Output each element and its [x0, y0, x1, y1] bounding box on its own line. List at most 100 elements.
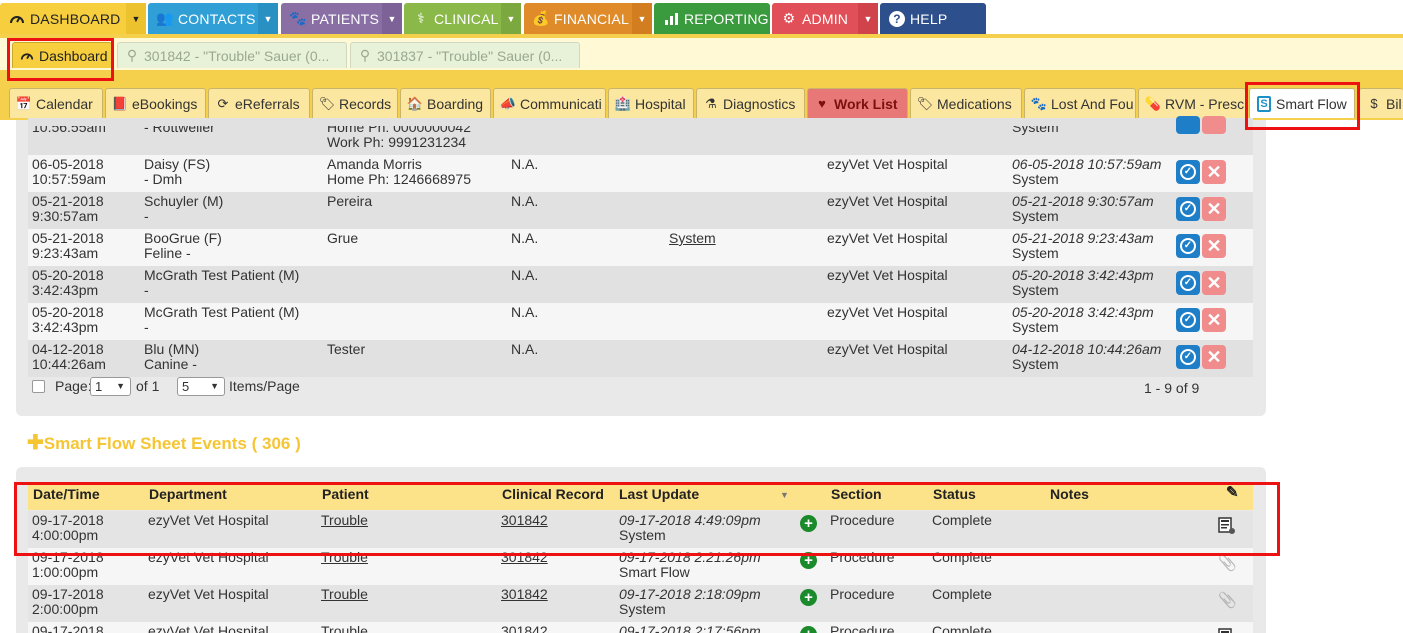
chevron-down-icon[interactable]: ▼ [258, 3, 278, 34]
row-time: 10:57:59am [32, 171, 106, 187]
tab-smart-flow[interactable]: S Smart Flow [1249, 88, 1355, 118]
paperclip-icon[interactable]: 📎 [1218, 554, 1237, 572]
page-select[interactable]: 1 ▼ [90, 377, 131, 396]
event-patient[interactable]: Trouble [321, 587, 368, 602]
nav-admin[interactable]: ⚙ ADMIN ▼ [772, 3, 878, 34]
row-user[interactable]: System [669, 231, 716, 246]
tab-records[interactable]: 🏷 Records [312, 88, 398, 118]
tab-billing[interactable]: $ Bil [1359, 88, 1403, 118]
pagination: Page: 1 ▼ of 1 5 ▼ Items/Page 1 - 9 of 9 [28, 376, 1253, 400]
event-record[interactable]: 301842 [501, 513, 548, 528]
tab-diagnostics[interactable]: ⚗ Diagnostics [696, 88, 805, 118]
event-record[interactable]: 301842 [501, 587, 548, 602]
nav-contacts[interactable]: 👥 CONTACTS ▼ [148, 3, 278, 34]
open-tabs-bar: Dashboard ⚲ 301842 - "Trouble" Sauer (0.… [0, 38, 1403, 70]
nav-clinical[interactable]: ⚕ CLINICAL ▼ [404, 3, 521, 34]
col-status[interactable]: Status [933, 487, 976, 502]
check-icon: ✓ [1180, 349, 1196, 365]
tab-record-301837[interactable]: ⚲ 301837 - "Trouble" Sauer (0... [350, 42, 580, 68]
tab-ereferrals[interactable]: ⟳ eReferrals [208, 88, 310, 118]
add-icon[interactable]: + [800, 626, 817, 633]
tab-calendar[interactable]: 📅 Calendar [9, 88, 103, 118]
page-count: of 1 [136, 378, 160, 394]
tab-dashboard-label: Dashboard [39, 47, 108, 64]
chevron-down-icon[interactable]: ▼ [858, 3, 878, 34]
document-icon[interactable] [1218, 517, 1236, 539]
sort-desc-icon[interactable]: ▼ [780, 488, 789, 503]
event-record[interactable]: 301842 [501, 550, 548, 565]
paperclip-icon[interactable]: 📎 [1218, 591, 1237, 609]
pill-icon: 💊 [1144, 95, 1162, 111]
delete-button[interactable]: ✕ [1202, 197, 1226, 221]
confirm-button[interactable] [1176, 116, 1200, 134]
tab-medications[interactable]: 🏷 Medications [910, 88, 1022, 118]
tab-label: Communicati [520, 95, 602, 112]
nav-help[interactable]: ? HELP [880, 3, 986, 34]
row-na: N.A. [511, 341, 539, 357]
add-icon[interactable]: + [800, 589, 817, 606]
col-section[interactable]: Section [831, 487, 882, 502]
col-notes[interactable]: Notes [1050, 487, 1089, 502]
nav-dashboard[interactable]: DASHBOARD ▼ [0, 3, 146, 34]
chevron-down-icon[interactable]: ▼ [501, 3, 521, 34]
col-last-update[interactable]: Last Update [619, 487, 699, 502]
event-section: Procedure [830, 549, 895, 565]
event-row: 09-17-2018 1:00:00pm ezyVet Vet Hospital Tr… [28, 548, 1253, 585]
delete-button[interactable] [1202, 116, 1226, 134]
row-stamp: 05-21-2018 9:23:43am [1012, 230, 1154, 246]
row-date: 05-21-2018 [32, 230, 104, 246]
col-clinical-record[interactable]: Clinical Record [502, 487, 604, 502]
items-per-page-select[interactable]: 5 ▼ [177, 377, 225, 396]
event-section: Procedure [830, 623, 895, 633]
tab-record-301842[interactable]: ⚲ 301842 - "Trouble" Sauer (0... [117, 42, 347, 68]
event-record[interactable]: 301842 [501, 624, 548, 633]
delete-button[interactable]: ✕ [1202, 271, 1226, 295]
delete-button[interactable]: ✕ [1202, 345, 1226, 369]
pencil-icon[interactable]: ✎ [1226, 485, 1239, 500]
confirm-button[interactable]: ✓ [1176, 308, 1200, 332]
col-patient[interactable]: Patient [322, 487, 369, 502]
chevron-down-icon[interactable]: ▼ [632, 3, 652, 34]
tab-rvm-prescriptions[interactable]: 💊 RVM - Presc [1138, 88, 1246, 118]
nav-financial[interactable]: 💰 FINANCIAL ▼ [524, 3, 652, 34]
confirm-button[interactable]: ✓ [1176, 234, 1200, 258]
col-department[interactable]: Department [149, 487, 227, 502]
event-patient[interactable]: Trouble [321, 550, 368, 565]
smart-flow-section-header[interactable]: ✚Smart Flow Sheet Events ( 306 ) [27, 430, 301, 455]
tab-hospital[interactable]: 🏥 Hospital [608, 88, 694, 118]
chevron-down-icon[interactable]: ▼ [382, 3, 402, 34]
confirm-button[interactable]: ✓ [1176, 160, 1200, 184]
event-patient[interactable]: Trouble [321, 513, 368, 528]
tab-work-list[interactable]: ♥ Work List [807, 88, 908, 118]
table-row: 10:56:55am - Rottweiler Home Ph: 0000000… [28, 116, 1253, 155]
tab-lost-and-found[interactable]: 🐾 Lost And Fou [1024, 88, 1136, 118]
row-patient2: - [144, 282, 149, 298]
nav-patients[interactable]: 🐾 PATIENTS ▼ [281, 3, 402, 34]
close-icon: ✕ [1206, 272, 1222, 293]
delete-button[interactable]: ✕ [1202, 308, 1226, 332]
tab-communications[interactable]: 📣 Communicati [493, 88, 606, 118]
tab-boarding[interactable]: 🏠 Boarding [400, 88, 491, 118]
gear-icon: ⚙ [782, 10, 796, 26]
delete-button[interactable]: ✕ [1202, 234, 1226, 258]
confirm-button[interactable]: ✓ [1176, 271, 1200, 295]
confirm-button[interactable]: ✓ [1176, 345, 1200, 369]
tab-ebookings[interactable]: 📕 eBookings [105, 88, 206, 118]
event-status: Complete [932, 623, 992, 633]
select-all-checkbox[interactable] [32, 380, 45, 393]
nav-reporting[interactable]: REPORTING [654, 3, 770, 34]
event-patient[interactable]: Trouble [321, 624, 368, 633]
document-icon[interactable] [1218, 628, 1236, 633]
add-icon[interactable]: + [800, 515, 817, 532]
confirm-button[interactable]: ✓ [1176, 197, 1200, 221]
tab-dashboard[interactable]: Dashboard [12, 42, 112, 68]
row-date: 05-20-2018 [32, 267, 104, 283]
row-na: N.A. [511, 230, 539, 246]
table-row: 06-05-2018 10:57:59am Daisy (FS) - Dmh Amand… [28, 155, 1253, 192]
chevron-down-icon[interactable]: ▼ [126, 3, 146, 34]
add-icon[interactable]: + [800, 552, 817, 569]
col-date-time[interactable]: Date/Time [33, 487, 100, 502]
delete-button[interactable]: ✕ [1202, 160, 1226, 184]
per-page-value: 5 [182, 379, 190, 394]
row-by: System [1012, 319, 1059, 335]
